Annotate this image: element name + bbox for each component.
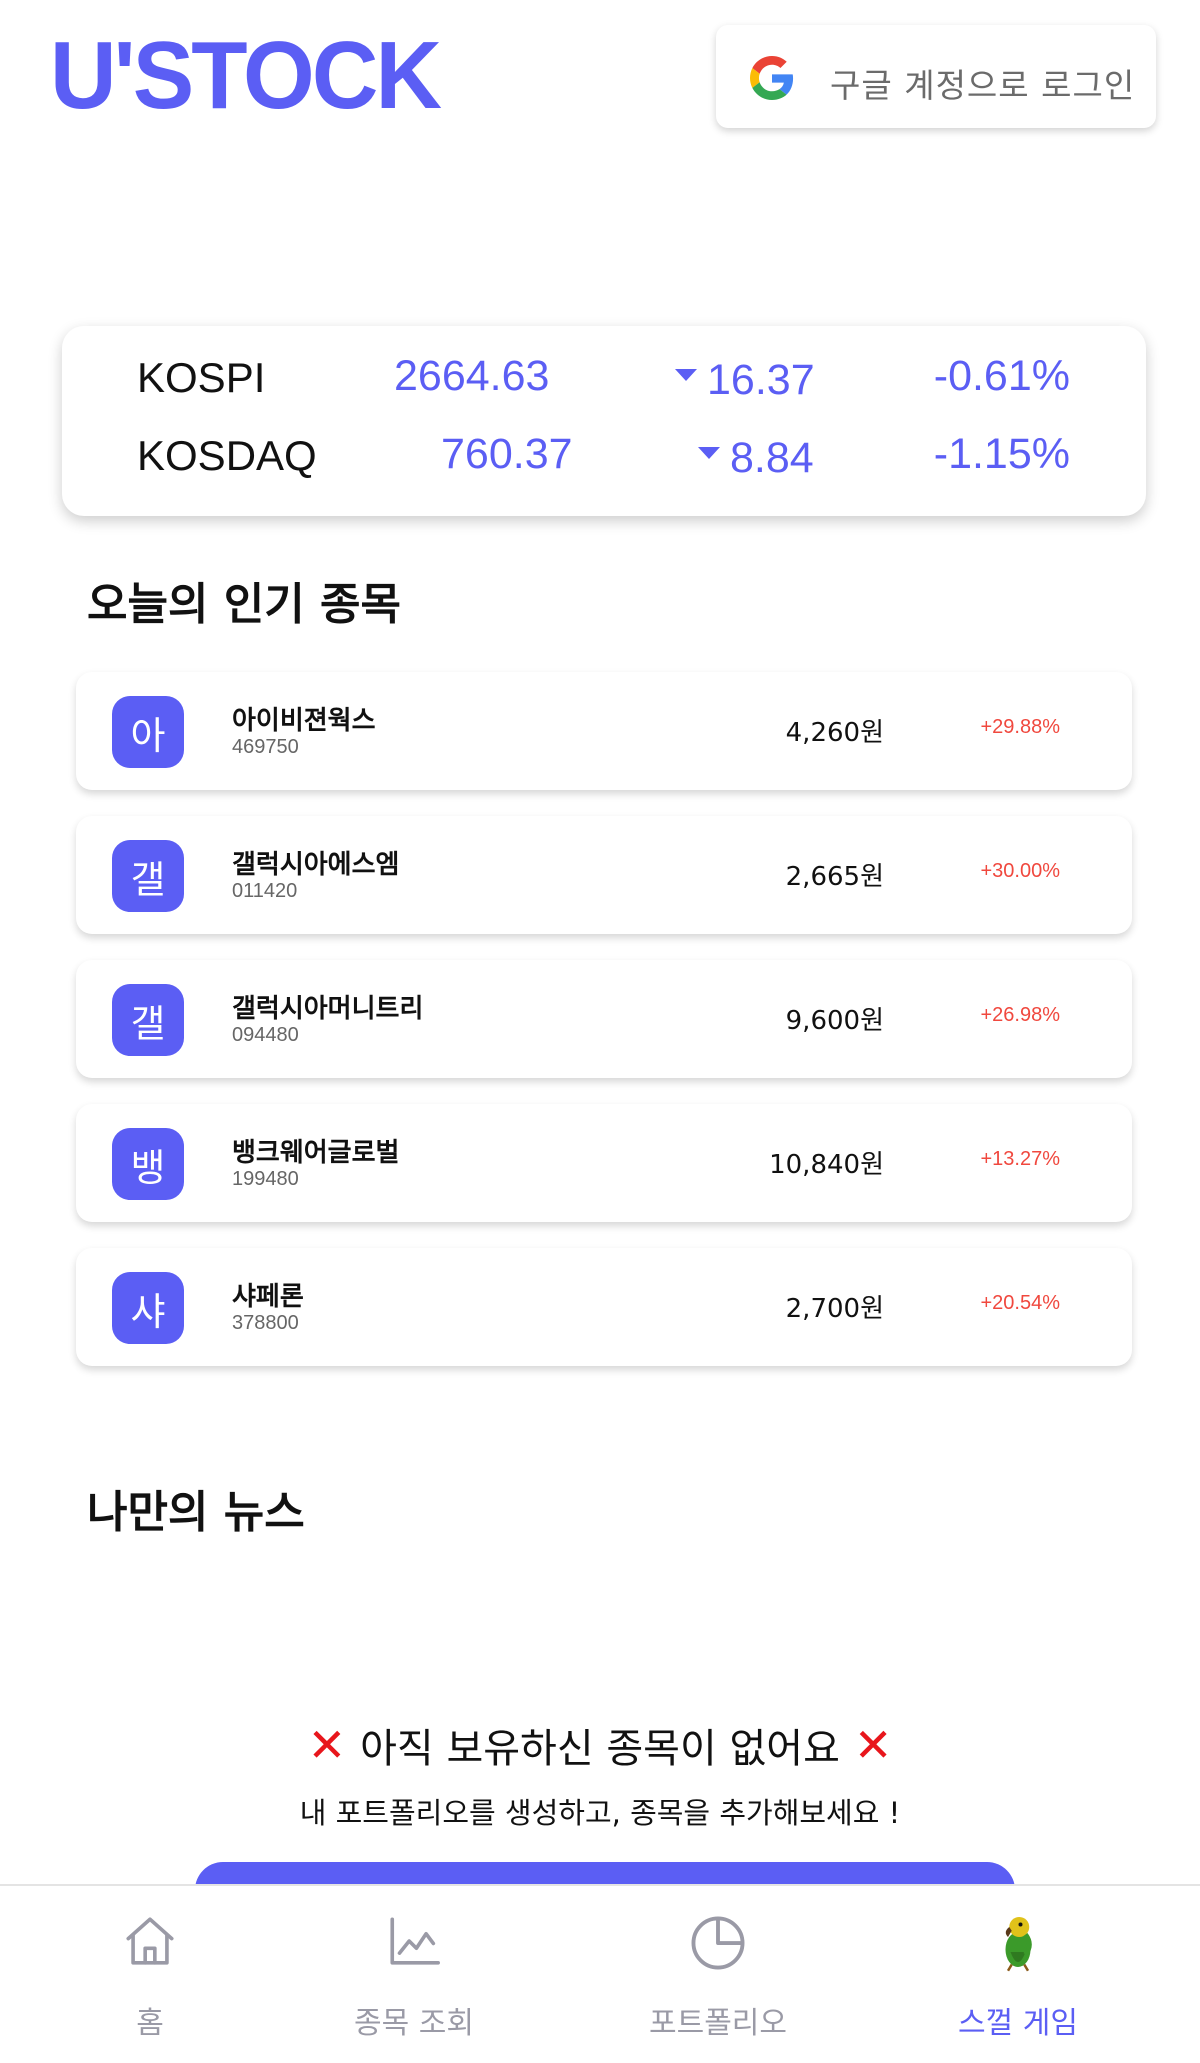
empty-state-text: 아직 보유하신 종목이 없어요 [360,1726,840,1772]
parrot-icon [1005,1917,1032,1972]
index-name: KOSDAQ [137,432,317,479]
stock-card[interactable]: 아 아이비젼웍스 469750 4,260원 +29.88% [76,672,1132,790]
nav-game[interactable]: 스껄 게임 [918,1886,1118,2063]
stock-card[interactable]: 갤 갤럭시아에스엠 011420 2,665원 +30.00% [76,816,1132,934]
popular-stocks-title: 오늘의 인기 종목 [87,579,401,630]
stock-code: 469750 [232,736,299,758]
stock-code: 094480 [232,1024,299,1046]
stock-price: 9,600원 [785,1006,884,1036]
stock-name: 갤럭시아머니트리 [232,994,424,1024]
bottom-nav: 홈 종목 조회 포트폴리오 스껄 게임 [0,1884,1200,2063]
google-login-button[interactable]: 구글 계정으로 로그인 [716,25,1156,128]
stock-price: 10,840원 [769,1150,884,1180]
red-x-icon: ✕ [853,1718,893,1772]
stock-price: 2,700원 [785,1294,884,1324]
index-change-value: 8.84 [730,434,814,482]
stock-code: 378800 [232,1312,299,1334]
stock-rate: +30.00% [980,860,1060,882]
stock-card[interactable]: 뱅 뱅크웨어글로벌 199480 10,840원 +13.27% [76,1104,1132,1222]
stock-avatar: 뱅 [112,1128,184,1200]
stock-name: 아이비젼웍스 [232,706,376,736]
google-g-icon [750,56,794,100]
stock-name: 갤럭시아에스엠 [232,850,400,880]
nav-label: 스껄 게임 [958,2006,1078,2041]
stock-rate: +13.27% [980,1148,1060,1170]
pie-chart-icon [691,1916,745,1970]
market-row-kospi[interactable]: KOSPI 2664.63 16.37 -0.61% [62,352,1146,414]
nav-portfolio[interactable]: 포트폴리오 [618,1886,818,2063]
stock-code: 199480 [232,1168,299,1190]
stock-price: 2,665원 [785,862,884,892]
empty-state-title: ✕ 아직 보유하신 종목이 없어요 ✕ [0,1716,1200,1774]
index-change-value: 16.37 [707,356,815,404]
stock-name: 뱅크웨어글로벌 [232,1138,400,1168]
market-index-card: KOSPI 2664.63 16.37 -0.61% KOSDAQ 760.37… [62,326,1146,516]
market-row-kosdaq[interactable]: KOSDAQ 760.37 8.84 -1.15% [62,430,1146,492]
down-triangle-icon [698,446,720,459]
stock-avatar: 샤 [112,1272,184,1344]
nav-stock-search[interactable]: 종목 조회 [314,1886,514,2063]
down-triangle-icon [675,368,697,381]
index-value: 2664.63 [394,352,550,400]
home-icon [126,1917,174,1965]
nav-label: 종목 조회 [354,2006,474,2041]
index-percent: -1.15% [933,430,1070,478]
index-change: 16.37 [675,356,815,405]
index-percent: -0.61% [933,352,1070,400]
stock-rate: +29.88% [980,716,1060,738]
stock-rate: +26.98% [980,1004,1060,1026]
stock-name: 샤페론 [232,1282,304,1312]
stock-card[interactable]: 샤 샤페론 378800 2,700원 +20.54% [76,1248,1132,1366]
stock-avatar: 갤 [112,840,184,912]
stock-price: 4,260원 [785,718,884,748]
stock-code: 011420 [232,880,298,902]
nav-label: 포트폴리오 [649,2006,787,2041]
stock-rate: +20.54% [980,1292,1060,1314]
stock-avatar: 아 [112,696,184,768]
index-change: 8.84 [698,434,814,483]
nav-home[interactable]: 홈 [50,1886,250,2063]
red-x-icon: ✕ [307,1718,347,1772]
stock-card[interactable]: 갤 갤럭시아머니트리 094480 9,600원 +26.98% [76,960,1132,1078]
login-label: 구글 계정으로 로그인 [830,66,1136,105]
empty-state-subtitle: 내 포트폴리오를 생성하고, 종목을 추가해보세요 ! [299,1796,901,1830]
stock-avatar: 갤 [112,984,184,1056]
app-logo[interactable]: U'STOCK [50,28,442,124]
index-name: KOSPI [137,354,266,401]
nav-label: 홈 [136,2006,164,2041]
index-value: 760.37 [441,430,573,478]
chart-line-icon [390,1917,440,1965]
my-news-title: 나만의 뉴스 [87,1487,305,1538]
